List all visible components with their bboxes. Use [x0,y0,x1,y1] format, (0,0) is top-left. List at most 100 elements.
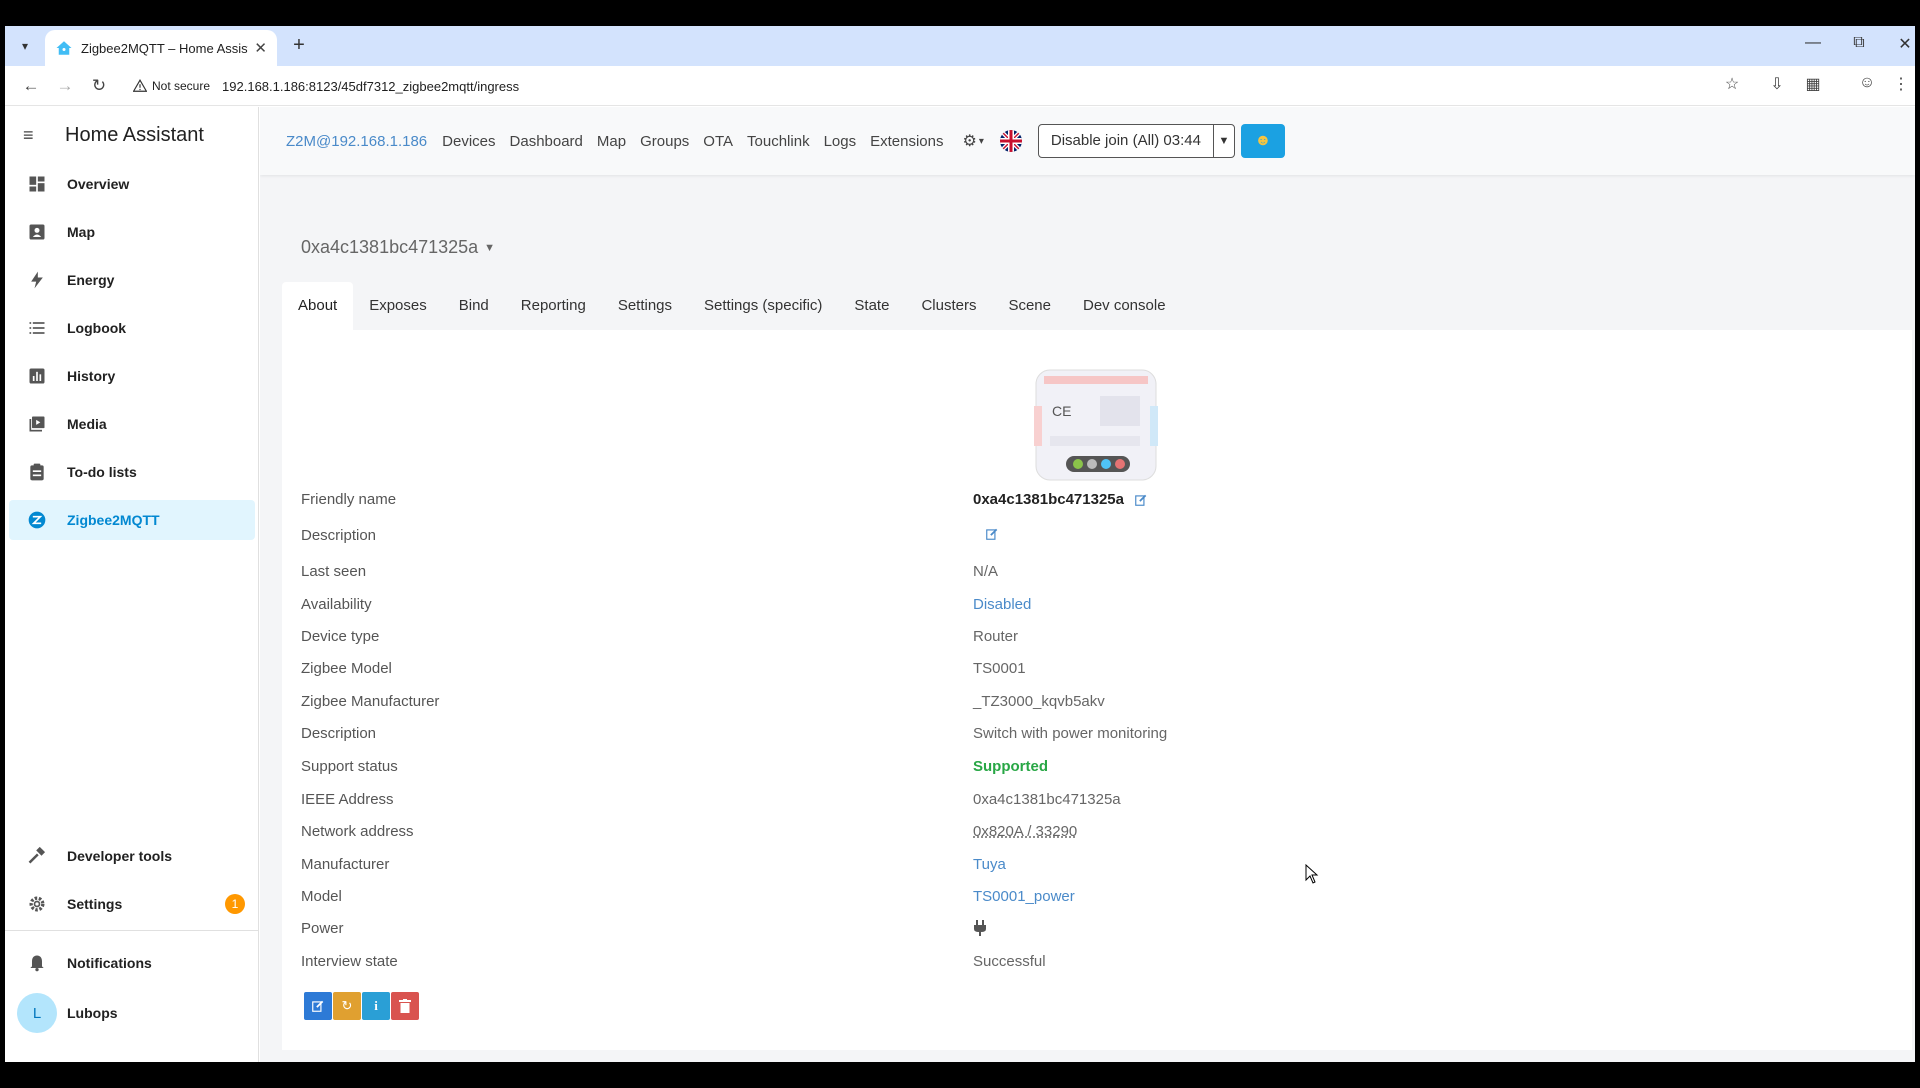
tab-settings[interactable]: Settings [602,282,688,330]
row-support-status: Support status Supported [301,758,1901,784]
z2m-navbar: Z2M@192.168.1.186 Devices Dashboard Map … [260,107,1915,175]
edit-icon [312,1000,324,1012]
device-actions: ↻ i [304,992,420,1020]
uk-flag-icon[interactable] [999,130,1022,152]
sidebar-item-todo[interactable]: To-do lists [9,452,255,492]
profile-icon[interactable]: ☺ [1855,74,1879,92]
smile-icon: ☻ [1254,132,1272,149]
row-label: Device type [301,628,380,645]
sidebar-item-map[interactable]: Map [9,212,255,252]
sidebar-item-overview[interactable]: Overview [9,164,255,204]
downloads-icon[interactable]: ⇩ [1765,74,1789,94]
list-icon [25,316,49,340]
sidebar-item-label: To-do lists [67,464,137,480]
row-label: Description [301,725,377,742]
availability-link[interactable]: Disabled [973,596,1031,613]
tab-clusters[interactable]: Clusters [905,282,992,330]
manufacturer-link[interactable]: Tuya [973,856,1006,873]
device-selector[interactable]: 0xa4c1381bc471325a ▼ [301,237,495,258]
nav-ota[interactable]: OTA [703,133,733,150]
home-assistant-icon [56,41,72,55]
settings-dropdown-gear-icon[interactable]: ⚙ ▾ [962,131,983,151]
close-icon[interactable]: ✕ [254,39,267,57]
device-image: CE [1034,369,1158,481]
reload-icon[interactable]: ↻ [87,74,111,98]
bookmark-star-icon[interactable]: ☆ [1720,74,1744,94]
minimize-icon[interactable]: — [1801,34,1825,52]
browser-toolbar: ← → ↻ Not secure 192.168.1.186:8123/45df… [5,66,1915,106]
edit-icon[interactable] [985,527,999,541]
support-status-link[interactable]: Supported [973,758,1048,775]
row-value: Switch with power monitoring [973,725,1168,742]
interview-button[interactable]: i [362,992,390,1020]
back-icon[interactable]: ← [19,74,43,98]
nav-touchlink[interactable]: Touchlink [747,133,810,150]
sidebar-item-energy[interactable]: Energy [9,260,255,300]
model-link[interactable]: TS0001_power [973,888,1075,905]
browser-tab[interactable]: Zigbee2MQTT – Home Assistant ✕ [45,30,277,66]
lightning-icon [25,268,49,292]
sidebar-item-media[interactable]: Media [9,404,255,444]
about-card: CE Friendly name 0xa4c1381bc471325a Desc… [282,330,1912,1050]
disable-join-button[interactable]: Disable join (All) 03:44 ▼ [1037,124,1235,158]
sidebar-item-history[interactable]: History [9,356,255,396]
sidebar-item-developer-tools[interactable]: Developer tools [9,836,255,876]
sidebar-item-settings[interactable]: Settings 1 [9,884,255,924]
refresh-icon: ↻ [341,998,353,1013]
sidebar-item-label: Lubops [67,1005,118,1021]
main-content: Z2M@192.168.1.186 Devices Dashboard Map … [260,107,1915,1062]
donate-smile-button[interactable]: ☻ [1240,124,1285,158]
remove-button[interactable] [391,992,419,1020]
sidebar-title: Home Assistant [65,123,204,146]
bell-icon [25,951,49,975]
nav-map[interactable]: Map [597,133,626,150]
not-secure-indicator[interactable]: Not secure [133,79,210,93]
menu-collapse-icon[interactable]: ≡ [23,125,47,146]
sidebar-divider [5,930,259,931]
tab-exposes[interactable]: Exposes [353,282,443,330]
nav-groups[interactable]: Groups [640,133,689,150]
z2m-brand-link[interactable]: Z2M@192.168.1.186 [286,133,427,150]
sidebar-item-logbook[interactable]: Logbook [9,308,255,348]
new-tab-icon[interactable]: + [287,34,311,58]
nav-extensions[interactable]: Extensions [870,133,943,150]
menu-dots-icon[interactable]: ⋮ [1889,74,1913,94]
tab-title: Zigbee2MQTT – Home Assistant [81,40,248,56]
tab-reporting[interactable]: Reporting [505,282,602,330]
tab-dev-console[interactable]: Dev console [1067,282,1182,330]
nav-devices[interactable]: Devices [442,133,495,150]
tab-state[interactable]: State [838,282,905,330]
row-description-model: Description Switch with power monitoring [301,725,1901,751]
tab-about[interactable]: About [282,282,354,330]
row-value-wrap: 0x820A / 33290 [973,823,1077,840]
edit-icon[interactable] [1134,493,1148,507]
sidebar-item-zigbee2mqtt[interactable]: Zigbee2MQTT [9,500,255,540]
row-device-type: Device type Router [301,628,1901,654]
window-close-icon[interactable]: ✕ [1893,34,1915,54]
nav-logs[interactable]: Logs [824,133,857,150]
tab-search-icon[interactable]: ▾ [13,34,37,58]
reconfigure-button[interactable]: ↻ [333,992,361,1020]
row-model: Model TS0001_power [301,888,1901,914]
sidebar-item-label: Settings [67,896,123,912]
chevron-down-icon[interactable]: ▼ [1214,135,1234,147]
tab-scene[interactable]: Scene [992,282,1067,330]
sidebar-item-notifications[interactable]: Notifications [9,943,255,983]
row-value: _TZ3000_kqvb5akv [973,693,1105,710]
restore-icon[interactable]: ⧉ [1847,34,1871,52]
tab-settings-specific[interactable]: Settings (specific) [688,282,838,330]
sidebar-item-user[interactable]: L Lubops [9,991,255,1035]
settings-badge: 1 [225,894,245,914]
tab-bind[interactable]: Bind [443,282,505,330]
nav-dashboard[interactable]: Dashboard [510,133,583,150]
sidebar-item-label: History [67,368,116,384]
clipboard-icon [25,460,49,484]
address-bar[interactable]: Not secure 192.168.1.186:8123/45df7312_z… [123,71,1783,101]
extensions-icon[interactable]: ▦ [1801,74,1825,94]
zigbee-icon [25,508,49,532]
chart-icon [25,364,49,388]
forward-icon[interactable]: → [53,74,77,98]
row-value: N/A [973,563,999,580]
sidebar-item-label: Developer tools [67,848,173,864]
rename-button[interactable] [304,992,332,1020]
